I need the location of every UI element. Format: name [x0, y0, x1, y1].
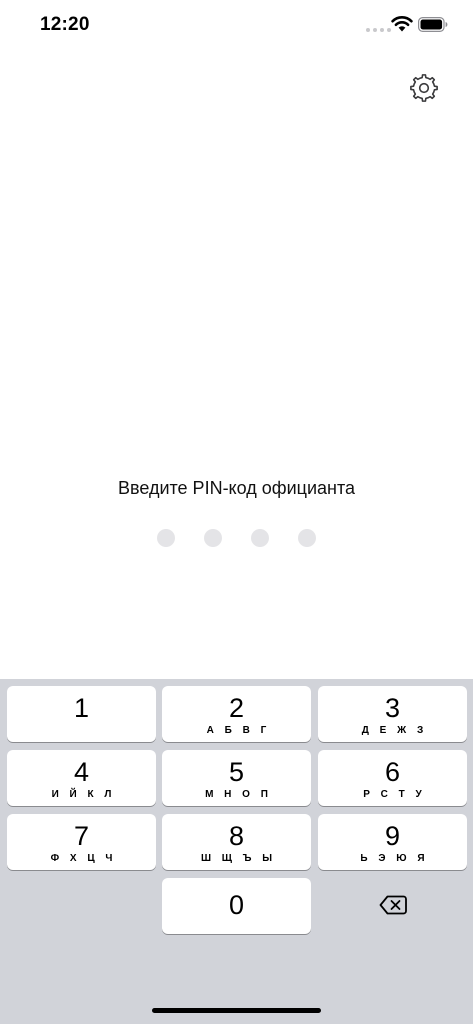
pin-dot-2: [204, 529, 222, 547]
signal-dots-icon: [366, 28, 391, 32]
key-letters: И Й К Л: [51, 789, 116, 800]
status-bar: 12:20: [0, 0, 473, 50]
key-letters: Ш Щ Ъ Ы: [200, 853, 277, 864]
home-indicator: [152, 1008, 321, 1013]
key-letters: Р С Т У: [363, 789, 426, 800]
key-letters: Ф Х Ц Ч: [50, 853, 117, 864]
key-digit: 8: [228, 821, 245, 851]
wifi-icon: [391, 16, 413, 32]
key-digit: 2: [228, 693, 245, 723]
key-3[interactable]: 3 Д Е Ж З: [318, 686, 467, 742]
key-0[interactable]: 0: [162, 878, 311, 934]
backspace-icon: [379, 895, 407, 915]
pin-dot-4: [298, 529, 316, 547]
key-digit: 6: [384, 757, 401, 787]
settings-button[interactable]: [406, 70, 442, 106]
key-8[interactable]: 8 Ш Щ Ъ Ы: [162, 814, 311, 870]
key-letters: А Б В Г: [206, 725, 271, 736]
status-time: 12:20: [40, 14, 90, 35]
pin-dots: [157, 529, 319, 549]
numeric-keypad: 1 2 А Б В Г 3 Д Е Ж З 4 И Й К Л 5 М Н О …: [0, 679, 473, 1024]
key-digit: 7: [73, 821, 90, 851]
battery-icon: [418, 17, 448, 32]
key-letters: М Н О П: [205, 789, 272, 800]
key-7[interactable]: 7 Ф Х Ц Ч: [7, 814, 156, 870]
key-digit: 4: [73, 757, 90, 787]
key-digit: 5: [228, 757, 245, 787]
key-digit: 3: [384, 693, 401, 723]
key-5[interactable]: 5 М Н О П: [162, 750, 311, 806]
key-digit: 9: [384, 821, 401, 851]
pin-dot-3: [251, 529, 269, 547]
key-9[interactable]: 9 Ь Э Ю Я: [318, 814, 467, 870]
pin-prompt: Введите PIN-код официанта: [117, 478, 356, 498]
key-letters: Д Е Ж З: [361, 725, 428, 736]
gear-icon: [410, 74, 438, 102]
key-1[interactable]: 1: [7, 686, 156, 742]
pin-dot-1: [157, 529, 175, 547]
key-6[interactable]: 6 Р С Т У: [318, 750, 467, 806]
key-4[interactable]: 4 И Й К Л: [7, 750, 156, 806]
key-letters: Ь Э Ю Я: [360, 853, 429, 864]
key-digit: 1: [73, 693, 90, 723]
delete-button[interactable]: [318, 877, 467, 933]
key-digit: 0: [228, 890, 245, 920]
key-2[interactable]: 2 А Б В Г: [162, 686, 311, 742]
